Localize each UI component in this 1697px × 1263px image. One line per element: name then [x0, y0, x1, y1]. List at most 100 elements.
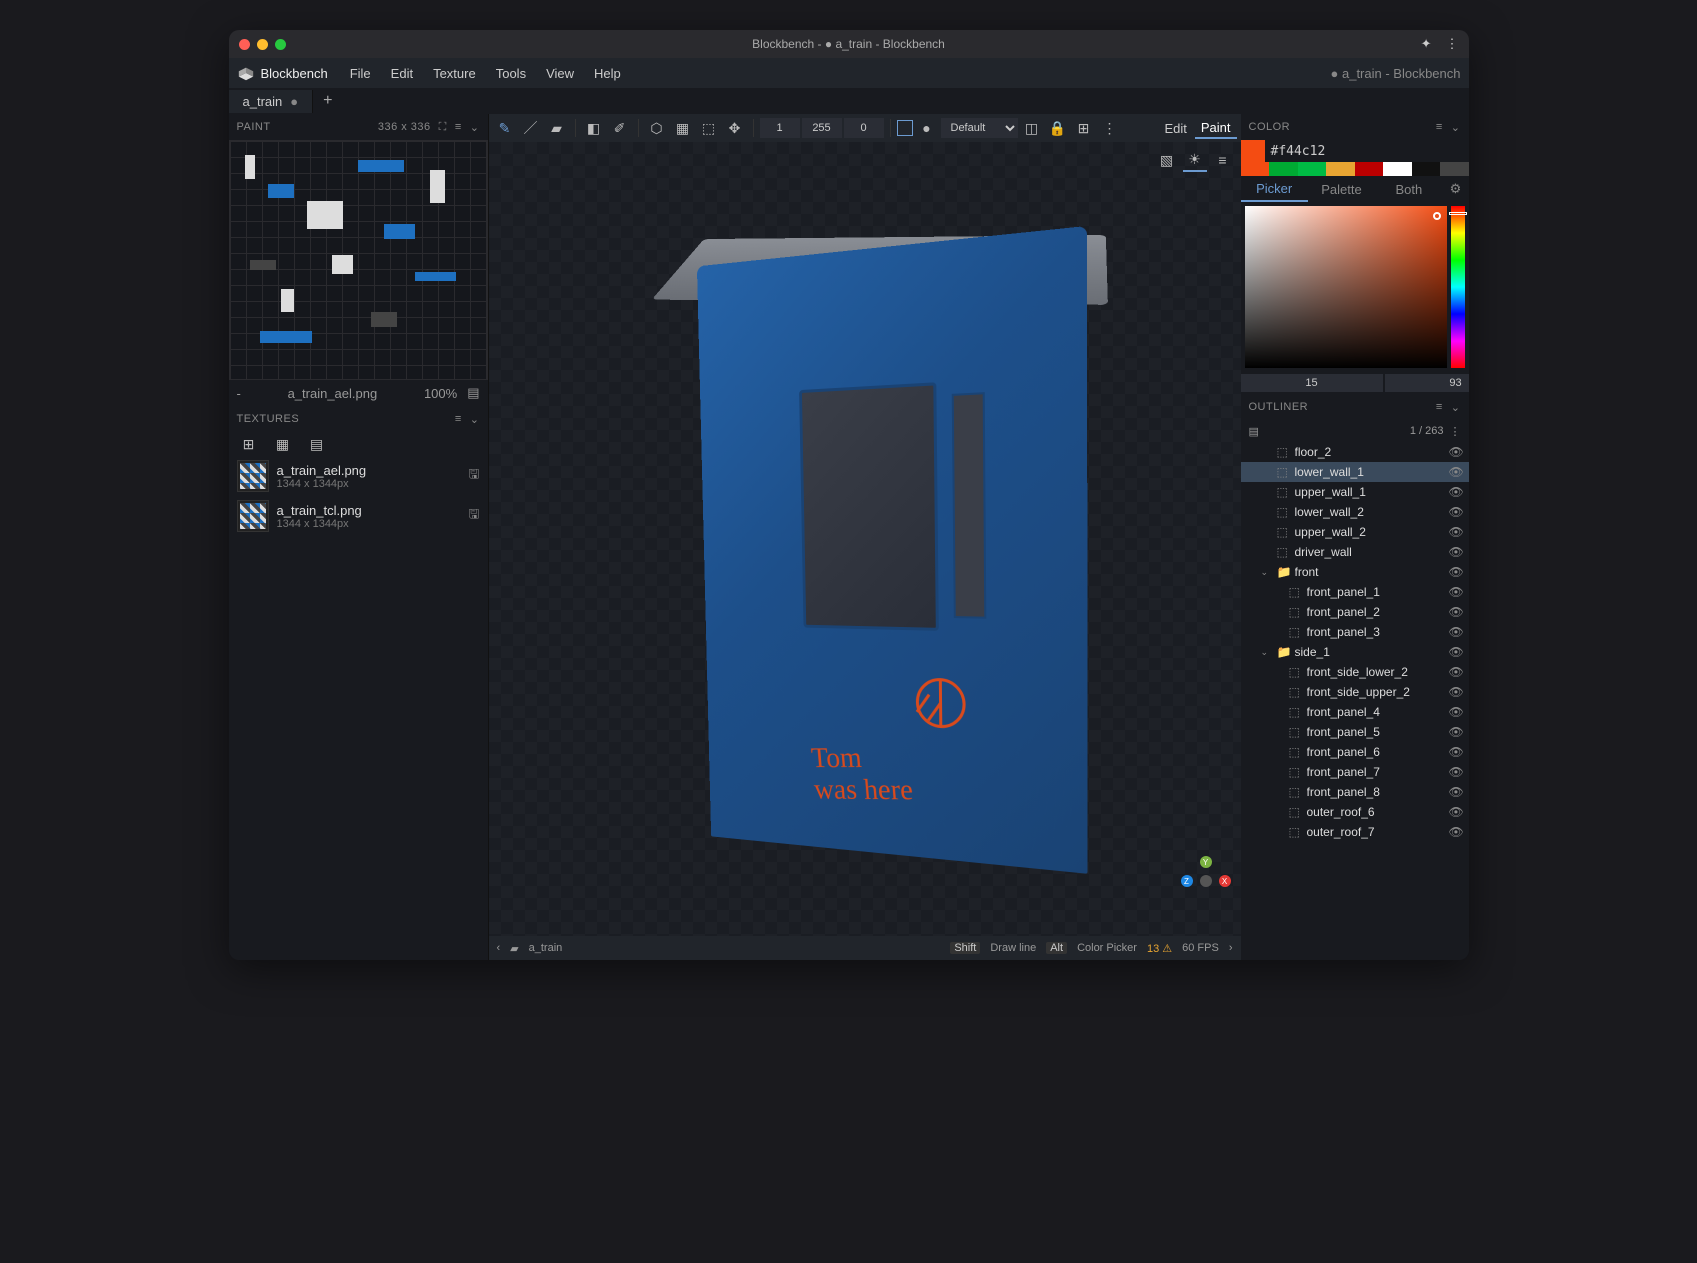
palette-swatch[interactable]: [1241, 162, 1270, 176]
color-settings-icon[interactable]: ⚙: [1442, 181, 1468, 197]
maximize-button[interactable]: [275, 39, 286, 50]
expand-icon[interactable]: ⌄: [1261, 567, 1273, 578]
outliner-item[interactable]: ⌄ 📁 side_1 👁: [1241, 642, 1469, 662]
grid-toggle-icon[interactable]: ⊞: [1072, 116, 1096, 140]
tab-a-train[interactable]: a_train●: [229, 90, 314, 113]
lock-icon[interactable]: 🔒: [1046, 116, 1070, 140]
grid-icon[interactable]: ▤: [305, 432, 329, 456]
color-hex-value[interactable]: #f44c12: [1265, 144, 1332, 159]
visibility-icon[interactable]: 👁: [1449, 625, 1465, 639]
fullscreen-icon[interactable]: ⛶: [439, 121, 447, 134]
outliner-item[interactable]: ⬚ front_panel_1 👁: [1241, 582, 1469, 602]
outliner-item[interactable]: ⬚ front_panel_4 👁: [1241, 702, 1469, 722]
texture-item[interactable]: a_train_tcl.png 1344 x 1344px 🖫: [229, 496, 488, 536]
visibility-icon[interactable]: 👁: [1449, 705, 1465, 719]
outliner-item[interactable]: ⬚ lower_wall_2 👁: [1241, 502, 1469, 522]
palette-swatch[interactable]: [1383, 162, 1412, 176]
eraser-tool-icon[interactable]: ◧: [582, 116, 606, 140]
warning-count[interactable]: 13 ⚠: [1147, 942, 1172, 955]
add-texture-icon[interactable]: ⊞: [237, 432, 261, 456]
options-icon[interactable]: ≡: [455, 413, 462, 425]
save-icon[interactable]: 🖫: [468, 465, 479, 487]
mode-paint[interactable]: Paint: [1195, 118, 1237, 139]
nav-back-icon[interactable]: ‹: [497, 942, 501, 954]
shape-circle-icon[interactable]: ●: [915, 116, 939, 140]
texture-item[interactable]: a_train_ael.png 1344 x 1344px 🖫: [229, 456, 488, 496]
palette-swatch[interactable]: [1298, 162, 1327, 176]
outliner-item[interactable]: ⬚ outer_roof_7 👁: [1241, 822, 1469, 842]
view-image-icon[interactable]: ▧: [1155, 148, 1179, 172]
saturation-value-picker[interactable]: [1245, 206, 1447, 368]
uv-layout-icon[interactable]: ▤: [467, 385, 479, 401]
fill-tool-icon[interactable]: ▰: [545, 116, 569, 140]
outliner-item[interactable]: ⬚ front_panel_6 👁: [1241, 742, 1469, 762]
outliner-item[interactable]: ⬚ upper_wall_2 👁: [1241, 522, 1469, 542]
outliner-item[interactable]: ⌄ 📁 front 👁: [1241, 562, 1469, 582]
visibility-icon[interactable]: 👁: [1449, 645, 1465, 659]
current-color-swatch[interactable]: [1241, 140, 1265, 162]
visibility-icon[interactable]: 👁: [1449, 785, 1465, 799]
outliner-item[interactable]: ⬚ driver_wall 👁: [1241, 542, 1469, 562]
mode-edit[interactable]: Edit: [1158, 119, 1192, 138]
menu-file[interactable]: File: [342, 62, 379, 85]
view-settings-icon[interactable]: ≡: [1211, 148, 1235, 172]
menu-dots-icon[interactable]: ⋮: [1446, 36, 1459, 52]
palette-swatch[interactable]: [1269, 162, 1298, 176]
color-tab-both[interactable]: Both: [1375, 178, 1442, 201]
more-icon[interactable]: ⋮: [1098, 116, 1122, 140]
chevron-down-icon[interactable]: ⌄: [470, 413, 480, 426]
visibility-icon[interactable]: 👁: [1449, 525, 1465, 539]
menu-edit[interactable]: Edit: [383, 62, 421, 85]
brush-softness-input[interactable]: [844, 118, 884, 138]
outliner-item[interactable]: ⬚ front_panel_3 👁: [1241, 622, 1469, 642]
options-icon[interactable]: ≡: [1436, 401, 1443, 413]
menu-tools[interactable]: Tools: [488, 62, 534, 85]
outliner-item[interactable]: ⬚ front_panel_5 👁: [1241, 722, 1469, 742]
visibility-icon[interactable]: 👁: [1449, 445, 1465, 459]
visibility-icon[interactable]: 👁: [1449, 665, 1465, 679]
blend-mode-select[interactable]: Default: [941, 118, 1018, 138]
palette-swatch[interactable]: [1412, 162, 1441, 176]
visibility-icon[interactable]: 👁: [1449, 765, 1465, 779]
nav-forward-icon[interactable]: ›: [1229, 942, 1233, 954]
palette-swatch[interactable]: [1326, 162, 1355, 176]
hue-input[interactable]: [1241, 374, 1383, 392]
palette-swatch[interactable]: [1440, 162, 1469, 176]
hue-slider[interactable]: [1451, 206, 1465, 368]
visibility-icon[interactable]: 👁: [1449, 725, 1465, 739]
outliner-item[interactable]: ⬚ lower_wall_1 👁: [1241, 462, 1469, 482]
chevron-down-icon[interactable]: ⌄: [1451, 401, 1461, 414]
visibility-icon[interactable]: 👁: [1449, 485, 1465, 499]
expand-icon[interactable]: ⌄: [1261, 647, 1273, 658]
close-button[interactable]: [239, 39, 250, 50]
visibility-icon[interactable]: 👁: [1449, 505, 1465, 519]
palette-swatch[interactable]: [1355, 162, 1384, 176]
menu-view[interactable]: View: [538, 62, 582, 85]
minimize-button[interactable]: [257, 39, 268, 50]
menu-texture[interactable]: Texture: [425, 62, 484, 85]
select-tool-icon[interactable]: ⬚: [697, 116, 721, 140]
uv-editor[interactable]: [229, 140, 488, 380]
outliner-item[interactable]: ⬚ front_side_lower_2 👁: [1241, 662, 1469, 682]
mirror-icon[interactable]: ◫: [1020, 116, 1044, 140]
visibility-icon[interactable]: 👁: [1449, 585, 1465, 599]
orientation-gizmo[interactable]: Y X Z: [1181, 856, 1231, 906]
secondary-tab-label[interactable]: ● a_train - Blockbench: [1331, 66, 1461, 81]
saturation-input[interactable]: [1385, 374, 1469, 392]
image-icon[interactable]: ▦: [271, 432, 295, 456]
move-tool-icon[interactable]: ✥: [723, 116, 747, 140]
tab-add-button[interactable]: +: [313, 88, 342, 114]
outliner-item[interactable]: ⬚ front_panel_7 👁: [1241, 762, 1469, 782]
outliner-item[interactable]: ⬚ floor_2 👁: [1241, 442, 1469, 462]
outliner-item[interactable]: ⬚ outer_roof_6 👁: [1241, 802, 1469, 822]
color-tab-picker[interactable]: Picker: [1241, 177, 1308, 202]
outliner-toggle-icon[interactable]: ▤: [1249, 425, 1259, 438]
visibility-icon[interactable]: 👁: [1449, 565, 1465, 579]
outliner-item[interactable]: ⬚ upper_wall_1 👁: [1241, 482, 1469, 502]
outliner-item[interactable]: ⬚ front_side_upper_2 👁: [1241, 682, 1469, 702]
3d-viewport[interactable]: Tomwas here ▧ ☀ ≡ Y X Z: [489, 142, 1241, 936]
options-icon[interactable]: ≡: [455, 121, 462, 133]
visibility-icon[interactable]: 👁: [1449, 805, 1465, 819]
outliner-item[interactable]: ⬚ front_panel_2 👁: [1241, 602, 1469, 622]
save-icon[interactable]: 🖫: [468, 505, 479, 527]
